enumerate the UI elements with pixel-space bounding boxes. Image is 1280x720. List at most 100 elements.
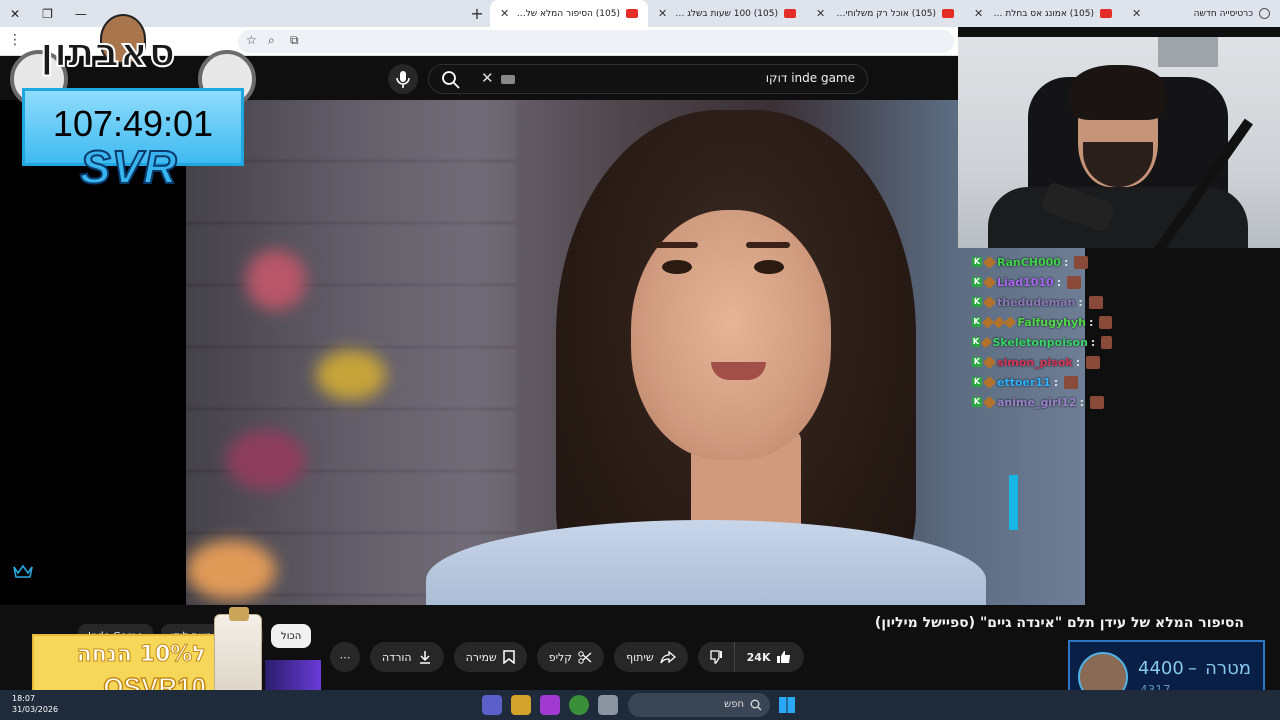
chat-username[interactable]: Skeletonpoison — [992, 336, 1087, 349]
share-button[interactable]: שיתוף — [614, 642, 688, 672]
share-icon — [660, 650, 676, 664]
youtube-icon — [942, 9, 954, 18]
goal-label: מטרה — [1205, 658, 1251, 679]
chat-message: Kthedudeman : — [972, 292, 1112, 312]
stream-logo: סאבתון — [39, 29, 176, 77]
emote-icon — [1090, 395, 1105, 409]
tab-active-video[interactable]: (105) הסיפור המלא של עידן תל ✕ — [490, 0, 648, 27]
overlay-accent-bar — [1009, 475, 1018, 530]
restore-window-button[interactable]: ❐ — [42, 7, 53, 21]
emote-icon — [1088, 295, 1103, 309]
dislike-button[interactable] — [698, 642, 735, 672]
close-tab-icon[interactable]: ✕ — [658, 7, 667, 20]
chat-separator: : — [1056, 275, 1062, 289]
close-tab-icon[interactable]: ✕ — [816, 7, 825, 20]
kebab-menu-icon[interactable]: ⋮ — [8, 32, 22, 48]
taskbar-search[interactable]: חפש — [628, 693, 770, 717]
kick-badge-icon: K — [972, 397, 982, 407]
more-icon: ⋯ — [339, 650, 351, 664]
kick-badge-icon: K — [972, 317, 982, 327]
download-button[interactable]: הורדה — [370, 642, 444, 672]
clip-button[interactable]: קליפ — [536, 642, 605, 672]
background-toy — [226, 430, 306, 490]
scissors-icon — [578, 651, 592, 664]
chat-username[interactable]: thedudeman — [997, 296, 1075, 309]
tab-delivery[interactable]: (105) אוכל רק משלוחים במשך ✕ — [806, 0, 964, 27]
like-button[interactable]: 24K — [735, 642, 805, 672]
more-actions-button[interactable]: ⋯ — [330, 642, 360, 672]
person-brow — [654, 242, 698, 248]
discord-icon[interactable] — [482, 695, 502, 715]
tab-new-tab[interactable]: כרטיסייה חדשה ✕ — [1122, 0, 1280, 27]
chat-username[interactable]: simon_pisok — [997, 356, 1073, 369]
close-tab-icon[interactable]: ✕ — [500, 7, 509, 20]
person-brow — [746, 242, 790, 248]
chat-username[interactable]: RanCH000 — [997, 256, 1061, 269]
related-video-thumbnail[interactable] — [265, 660, 321, 690]
thumbs-up-icon — [777, 651, 791, 663]
kick-badge-icon: K — [972, 337, 980, 347]
chat-username[interactable]: ettoer11 — [997, 376, 1051, 389]
close-window-button[interactable]: ✕ — [10, 7, 20, 21]
chip-all[interactable]: הכול — [271, 624, 312, 648]
search-button[interactable] — [441, 70, 461, 90]
chat-message: Ksimon_pisok : — [972, 352, 1112, 372]
chat-separator: : — [1078, 295, 1083, 309]
tab-label: (105) אמונג אס בחלת מימד זה — [989, 8, 1094, 19]
file-explorer-icon[interactable] — [598, 695, 618, 715]
save-button[interactable]: שמירה — [453, 642, 527, 672]
youtube-icon — [784, 9, 796, 18]
chat-message: Kanime_girl12 : — [972, 392, 1112, 412]
windows-start-icon[interactable] — [779, 697, 795, 713]
tab-strip: כרטיסייה חדשה ✕ (105) אמונג אס בחלת מימד… — [0, 0, 1280, 27]
sword-badge-icon — [983, 275, 996, 289]
voice-search-button[interactable] — [388, 64, 418, 94]
chat-username[interactable]: Liad1010 — [997, 276, 1054, 289]
chat-overlay: K RanCH000 : K Liad1010 : Kthedudeman : K Falf… — [972, 252, 1113, 412]
sword-badge-icon — [1004, 315, 1017, 329]
taskbar-clock[interactable]: 18:07 31/03/2026 — [12, 693, 58, 715]
emote-icon — [1064, 375, 1079, 389]
person-eye — [754, 260, 784, 274]
close-tab-icon[interactable]: ✕ — [1132, 7, 1141, 20]
video-player[interactable] — [186, 100, 1085, 605]
chat-username[interactable]: anime_girl12 — [997, 396, 1077, 409]
sword-badge-icon — [983, 355, 996, 369]
chat-message: K Liad1010 : — [972, 272, 1112, 292]
download-label: הורדה — [382, 650, 412, 664]
chat-separator: : — [1063, 255, 1069, 269]
chat-message: Kettoer11 : — [972, 372, 1112, 392]
search-box[interactable]: ✕ inde game דוקו — [428, 64, 868, 94]
screen: כרטיסייה חדשה ✕ (105) אמונג אס בחלת מימד… — [0, 0, 1280, 720]
keyboard-icon[interactable] — [501, 75, 515, 84]
clear-search-icon[interactable]: ✕ — [481, 69, 494, 87]
sword-badge-icon — [983, 255, 996, 269]
chat-username[interactable]: Falfugyhyh — [1017, 316, 1086, 329]
obs-icon[interactable] — [540, 695, 560, 715]
thumbs-down-icon — [709, 650, 722, 664]
search-input[interactable]: inde game דוקו — [766, 71, 855, 85]
emote-icon — [1067, 275, 1082, 289]
timer-value: 107:49:01 — [52, 103, 214, 144]
tab-among-us[interactable]: (105) אמונג אס בחלת מימד זה ✕ — [964, 0, 1122, 27]
chat-separator: : — [1079, 395, 1085, 409]
webcam-feed — [958, 37, 1280, 248]
like-dislike-group: 24K — [697, 642, 805, 672]
zoom-icon[interactable]: ⌕ — [268, 33, 275, 48]
new-tab-button[interactable]: + — [464, 4, 490, 23]
save-label: שמירה — [465, 650, 497, 664]
minimize-window-button[interactable]: — — [75, 7, 87, 21]
chrome-icon[interactable] — [569, 695, 589, 715]
emote-icon — [1086, 355, 1101, 369]
close-tab-icon[interactable]: ✕ — [974, 7, 983, 20]
tab-snow[interactable]: (105) 100 שעות בשלג אבל כל ✕ — [648, 0, 806, 27]
install-app-icon[interactable]: ⧉ — [290, 33, 299, 48]
taskbar-date: 31/03/2026 — [12, 705, 59, 714]
bookmark-star-icon[interactable]: ☆ — [246, 33, 257, 47]
app-icon[interactable] — [511, 695, 531, 715]
taskbar-time: 18:07 — [12, 694, 36, 703]
taskbar-search-placeholder: חפש — [724, 699, 744, 710]
kick-badge-icon: K — [972, 257, 982, 267]
url-field[interactable] — [238, 30, 954, 53]
background-toy — [246, 250, 306, 310]
